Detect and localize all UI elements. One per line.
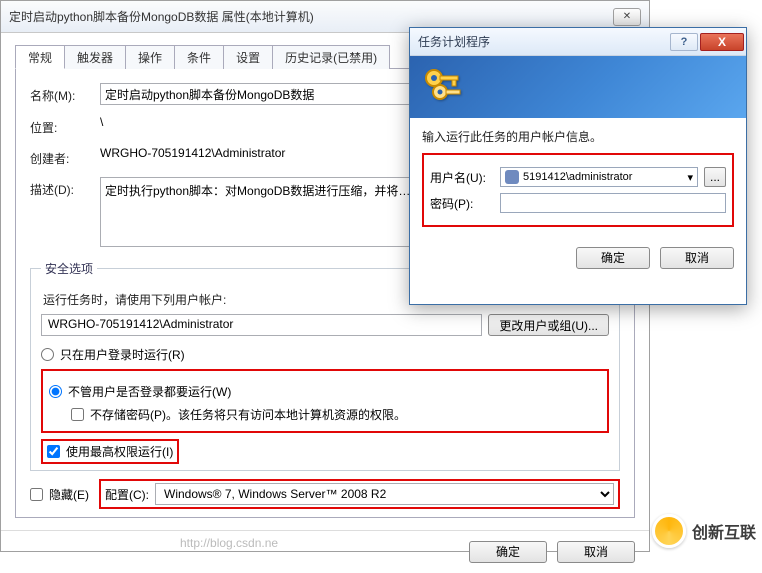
highlight-box-highest: 使用最高权限运行(I): [41, 439, 179, 464]
cred-titlebar[interactable]: 任务计划程序 ? X: [410, 28, 746, 56]
tab-triggers[interactable]: 触发器: [64, 45, 126, 69]
check-hidden[interactable]: [30, 488, 43, 501]
radio-run-any[interactable]: [49, 385, 62, 398]
change-user-button[interactable]: 更改用户或组(U)...: [488, 314, 609, 336]
main-window-title: 定时启动python脚本备份MongoDB数据 属性(本地计算机): [9, 8, 613, 25]
configure-for-label: 配置(C):: [105, 486, 149, 503]
keys-icon: [422, 66, 462, 106]
name-label: 名称(M):: [30, 83, 100, 104]
tab-actions[interactable]: 操作: [125, 45, 175, 69]
check-hidden-label: 隐藏(E): [49, 486, 89, 503]
author-label: 创建者:: [30, 146, 100, 167]
security-legend: 安全选项: [41, 260, 97, 277]
highlight-box-configure: 配置(C): Windows® 7, Windows Server™ 2008 …: [99, 479, 620, 509]
watermark-text: 创新互联: [692, 519, 756, 543]
check-highest-privileges[interactable]: [47, 445, 60, 458]
cancel-button[interactable]: 取消: [557, 541, 635, 563]
cred-ok-button[interactable]: 确定: [576, 247, 650, 269]
tab-general[interactable]: 常规: [15, 45, 65, 69]
password-input[interactable]: [500, 193, 726, 213]
browse-user-button[interactable]: ...: [704, 167, 726, 187]
description-label: 描述(D):: [30, 177, 100, 198]
radio-run-any-label: 不管用户是否登录都要运行(W): [68, 383, 231, 400]
tab-history[interactable]: 历史记录(已禁用): [272, 45, 390, 69]
cred-prompt: 输入运行此任务的用户帐户信息。: [422, 128, 734, 145]
tab-settings[interactable]: 设置: [223, 45, 273, 69]
check-no-store-password-label: 不存储密码(P)。该任务将只有访问本地计算机资源的权限。: [90, 406, 406, 423]
user-avatar-icon: [505, 170, 519, 184]
credentials-dialog: 任务计划程序 ? X 输入运行此任务的用户帐户信息。 用户名(U): 51914…: [409, 27, 747, 305]
password-label: 密码(P):: [430, 195, 494, 212]
username-value: 5191412\administrator: [523, 171, 687, 183]
username-label: 用户名(U):: [430, 169, 494, 186]
watermark-logo-icon: [652, 514, 686, 548]
close-icon[interactable]: X: [700, 33, 744, 51]
highlight-box-credentials: 用户名(U): 5191412\administrator ▾ ... 密码(P…: [422, 153, 734, 227]
watermark-url: http://blog.csdn.ne: [180, 536, 278, 550]
help-icon[interactable]: ?: [670, 33, 698, 51]
cred-banner: [410, 56, 746, 118]
highlight-box-runmode: 不管用户是否登录都要运行(W) 不存储密码(P)。该任务将只有访问本地计算机资源…: [41, 369, 609, 433]
username-combo[interactable]: 5191412\administrator ▾: [500, 167, 698, 187]
close-icon[interactable]: ✕: [613, 8, 641, 26]
cred-title: 任务计划程序: [418, 33, 670, 50]
cred-cancel-button[interactable]: 取消: [660, 247, 734, 269]
chevron-down-icon[interactable]: ▾: [687, 171, 693, 184]
check-highest-privileges-label: 使用最高权限运行(I): [66, 443, 173, 460]
location-label: 位置:: [30, 115, 100, 136]
radio-logged-on[interactable]: [41, 348, 54, 361]
configure-for-select[interactable]: Windows® 7, Windows Server™ 2008 R2: [155, 483, 614, 505]
radio-logged-on-label: 只在用户登录时运行(R): [60, 346, 185, 363]
ok-button[interactable]: 确定: [469, 541, 547, 563]
watermark: 创新互联: [652, 514, 756, 548]
run-as-account: WRGHO-705191412\Administrator: [41, 314, 482, 336]
check-no-store-password[interactable]: [71, 408, 84, 421]
tab-conditions[interactable]: 条件: [174, 45, 224, 69]
